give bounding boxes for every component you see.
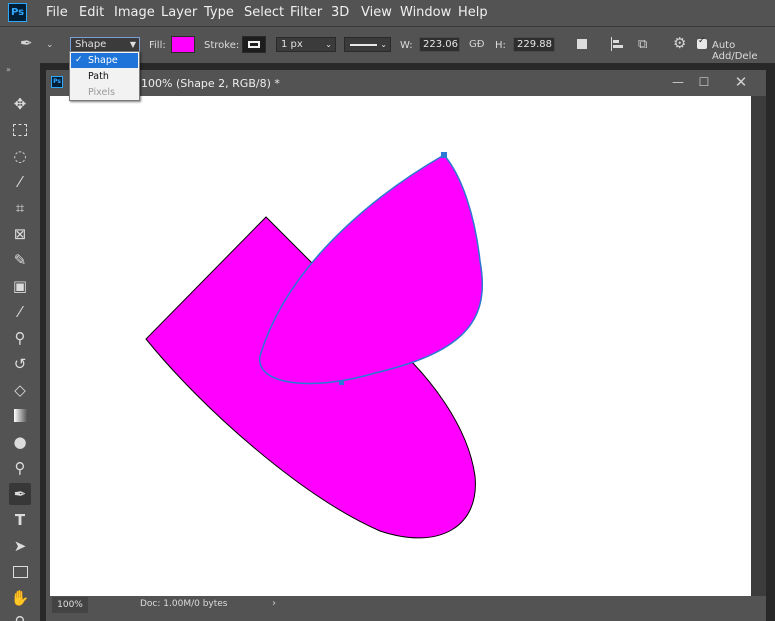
menu-window[interactable]: Window [400, 5, 451, 20]
menu-filter[interactable]: Filter [290, 5, 322, 20]
dropdown-item-pixels: Pixels [71, 85, 138, 100]
rectangle-tool-icon[interactable] [9, 561, 31, 583]
dropdown-item-label: Path [88, 71, 109, 82]
frame-tool-icon[interactable]: ⊠ [9, 223, 31, 245]
gear-icon[interactable]: ⚙ [673, 36, 686, 51]
lasso-tool-icon[interactable]: ◌ [9, 145, 31, 167]
auto-add-delete-label: Auto Add/Dele [712, 40, 758, 62]
marquee-tool-icon[interactable] [9, 119, 31, 141]
document-title: 100% (Shape 2, RGB/8) * [141, 77, 280, 90]
healing-brush-tool-icon[interactable]: ▣ [9, 275, 31, 297]
pen-tool-preset-icon[interactable]: ✒ [20, 36, 33, 51]
menu-layer[interactable]: Layer [161, 5, 197, 20]
path-arrangement-icon[interactable]: ⧉ [638, 38, 647, 52]
height-field[interactable]: 229.88 p [513, 37, 555, 52]
document-window: Ps 100% (Shape 2, RGB/8) * — ☐ ✕ 100% Do… [46, 70, 766, 621]
canvas[interactable] [50, 96, 751, 596]
dropdown-item-shape[interactable]: ✓ Shape [71, 53, 138, 68]
clone-stamp-tool-icon[interactable]: ⚲ [9, 327, 31, 349]
fill-label: Fill: [149, 40, 166, 51]
chevron-down-icon: ⌄ [325, 40, 332, 49]
menu-view[interactable]: View [361, 5, 392, 20]
maximize-icon[interactable]: ☐ [693, 73, 715, 91]
stroke-type-select[interactable]: ⌄ [344, 37, 391, 52]
path-alignment-icon[interactable] [610, 37, 624, 51]
menu-3d[interactable]: 3D [331, 5, 349, 20]
tool-mode-select[interactable]: Shape ▼ [70, 37, 140, 52]
menu-image[interactable]: Image [114, 5, 155, 20]
crop-tool-icon[interactable]: ⌗ [9, 197, 31, 219]
fill-swatch[interactable] [171, 36, 195, 53]
collapse-panel-icon[interactable]: » [6, 65, 11, 74]
stroke-swatch[interactable] [242, 36, 266, 53]
path-selection-tool-icon[interactable]: ➤ [9, 535, 31, 557]
magic-wand-tool-icon[interactable]: ⁄ [9, 171, 31, 193]
check-icon: ✓ [75, 55, 83, 65]
tools-panel: » ✥ ◌ ⁄ ⌗ ⊠ ✎ ▣ ⁄ ⚲ ↺ ◇ ● ⚲ ✒ T ➤ ✋ ⚲ [0, 63, 40, 621]
dropdown-item-path[interactable]: Path [71, 69, 138, 84]
type-tool-icon[interactable]: T [9, 509, 31, 531]
stroke-label: Stroke: [204, 40, 240, 51]
photoshop-document-icon: Ps [51, 76, 63, 88]
link-icon[interactable]: GĐ [469, 38, 485, 52]
menu-help[interactable]: Help [458, 5, 488, 20]
chevron-right-icon[interactable]: › [272, 598, 276, 609]
vertical-scrollbar[interactable] [751, 96, 766, 596]
gradient-tool-icon[interactable] [9, 405, 31, 427]
eraser-tool-icon[interactable]: ◇ [9, 379, 31, 401]
zoom-tool-icon[interactable]: ⚲ [9, 611, 31, 621]
pen-tool-icon[interactable]: ✒ [9, 483, 31, 505]
tool-mode-value: Shape [75, 39, 107, 50]
chevron-down-icon: ⌄ [380, 40, 387, 49]
history-brush-tool-icon[interactable]: ↺ [9, 353, 31, 375]
dropdown-item-label: Pixels [88, 87, 115, 98]
photoshop-logo-icon[interactable]: Ps [8, 3, 27, 22]
move-tool-icon[interactable]: ✥ [9, 93, 31, 115]
tool-mode-dropdown: ✓ Shape Path Pixels [69, 51, 140, 101]
width-field[interactable]: 223.06 p [419, 37, 460, 52]
stroke-color-chip [248, 41, 260, 48]
minimize-icon[interactable]: — [667, 73, 689, 91]
brush-tool-icon[interactable]: ⁄ [9, 301, 31, 323]
check-icon: ✓ [698, 36, 706, 46]
menu-edit[interactable]: Edit [79, 5, 104, 20]
document-tab[interactable]: Ps 100% (Shape 2, RGB/8) * — ☐ ✕ [46, 70, 766, 95]
stroke-width-value: 1 px [281, 39, 303, 50]
eyedropper-tool-icon[interactable]: ✎ [9, 249, 31, 271]
stroke-width-select[interactable]: 1 px ⌄ [276, 37, 336, 52]
width-label: W: [400, 40, 413, 51]
anchor-point-top[interactable] [441, 152, 447, 158]
status-bar: 100% Doc: 1.00M/0 bytes › [50, 596, 762, 616]
stroke-line-preview [350, 44, 377, 46]
menu-file[interactable]: File [46, 5, 68, 20]
menu-bar: Ps File Edit Image Layer Type Select Fil… [0, 0, 775, 26]
anchor-point-bottom[interactable] [339, 380, 344, 385]
dodge-tool-icon[interactable]: ⚲ [9, 457, 31, 479]
dropdown-item-label: Shape [88, 55, 118, 66]
menu-select[interactable]: Select [244, 5, 284, 20]
blur-tool-icon[interactable]: ● [9, 431, 31, 453]
height-label: H: [495, 40, 506, 51]
close-icon[interactable]: ✕ [730, 73, 752, 91]
zoom-level-field[interactable]: 100% [52, 597, 88, 613]
auto-add-delete-checkbox[interactable]: ✓ [697, 36, 707, 49]
fill-color-chip [172, 37, 194, 52]
chevron-down-icon[interactable]: ⌄ [46, 38, 54, 52]
chevron-down-icon: ▼ [129, 40, 136, 49]
hand-tool-icon[interactable]: ✋ [9, 587, 31, 609]
menu-type[interactable]: Type [204, 5, 234, 20]
canvas-artwork [145, 152, 484, 539]
document-info[interactable]: Doc: 1.00M/0 bytes [140, 599, 228, 609]
path-operations-icon[interactable] [577, 39, 587, 49]
